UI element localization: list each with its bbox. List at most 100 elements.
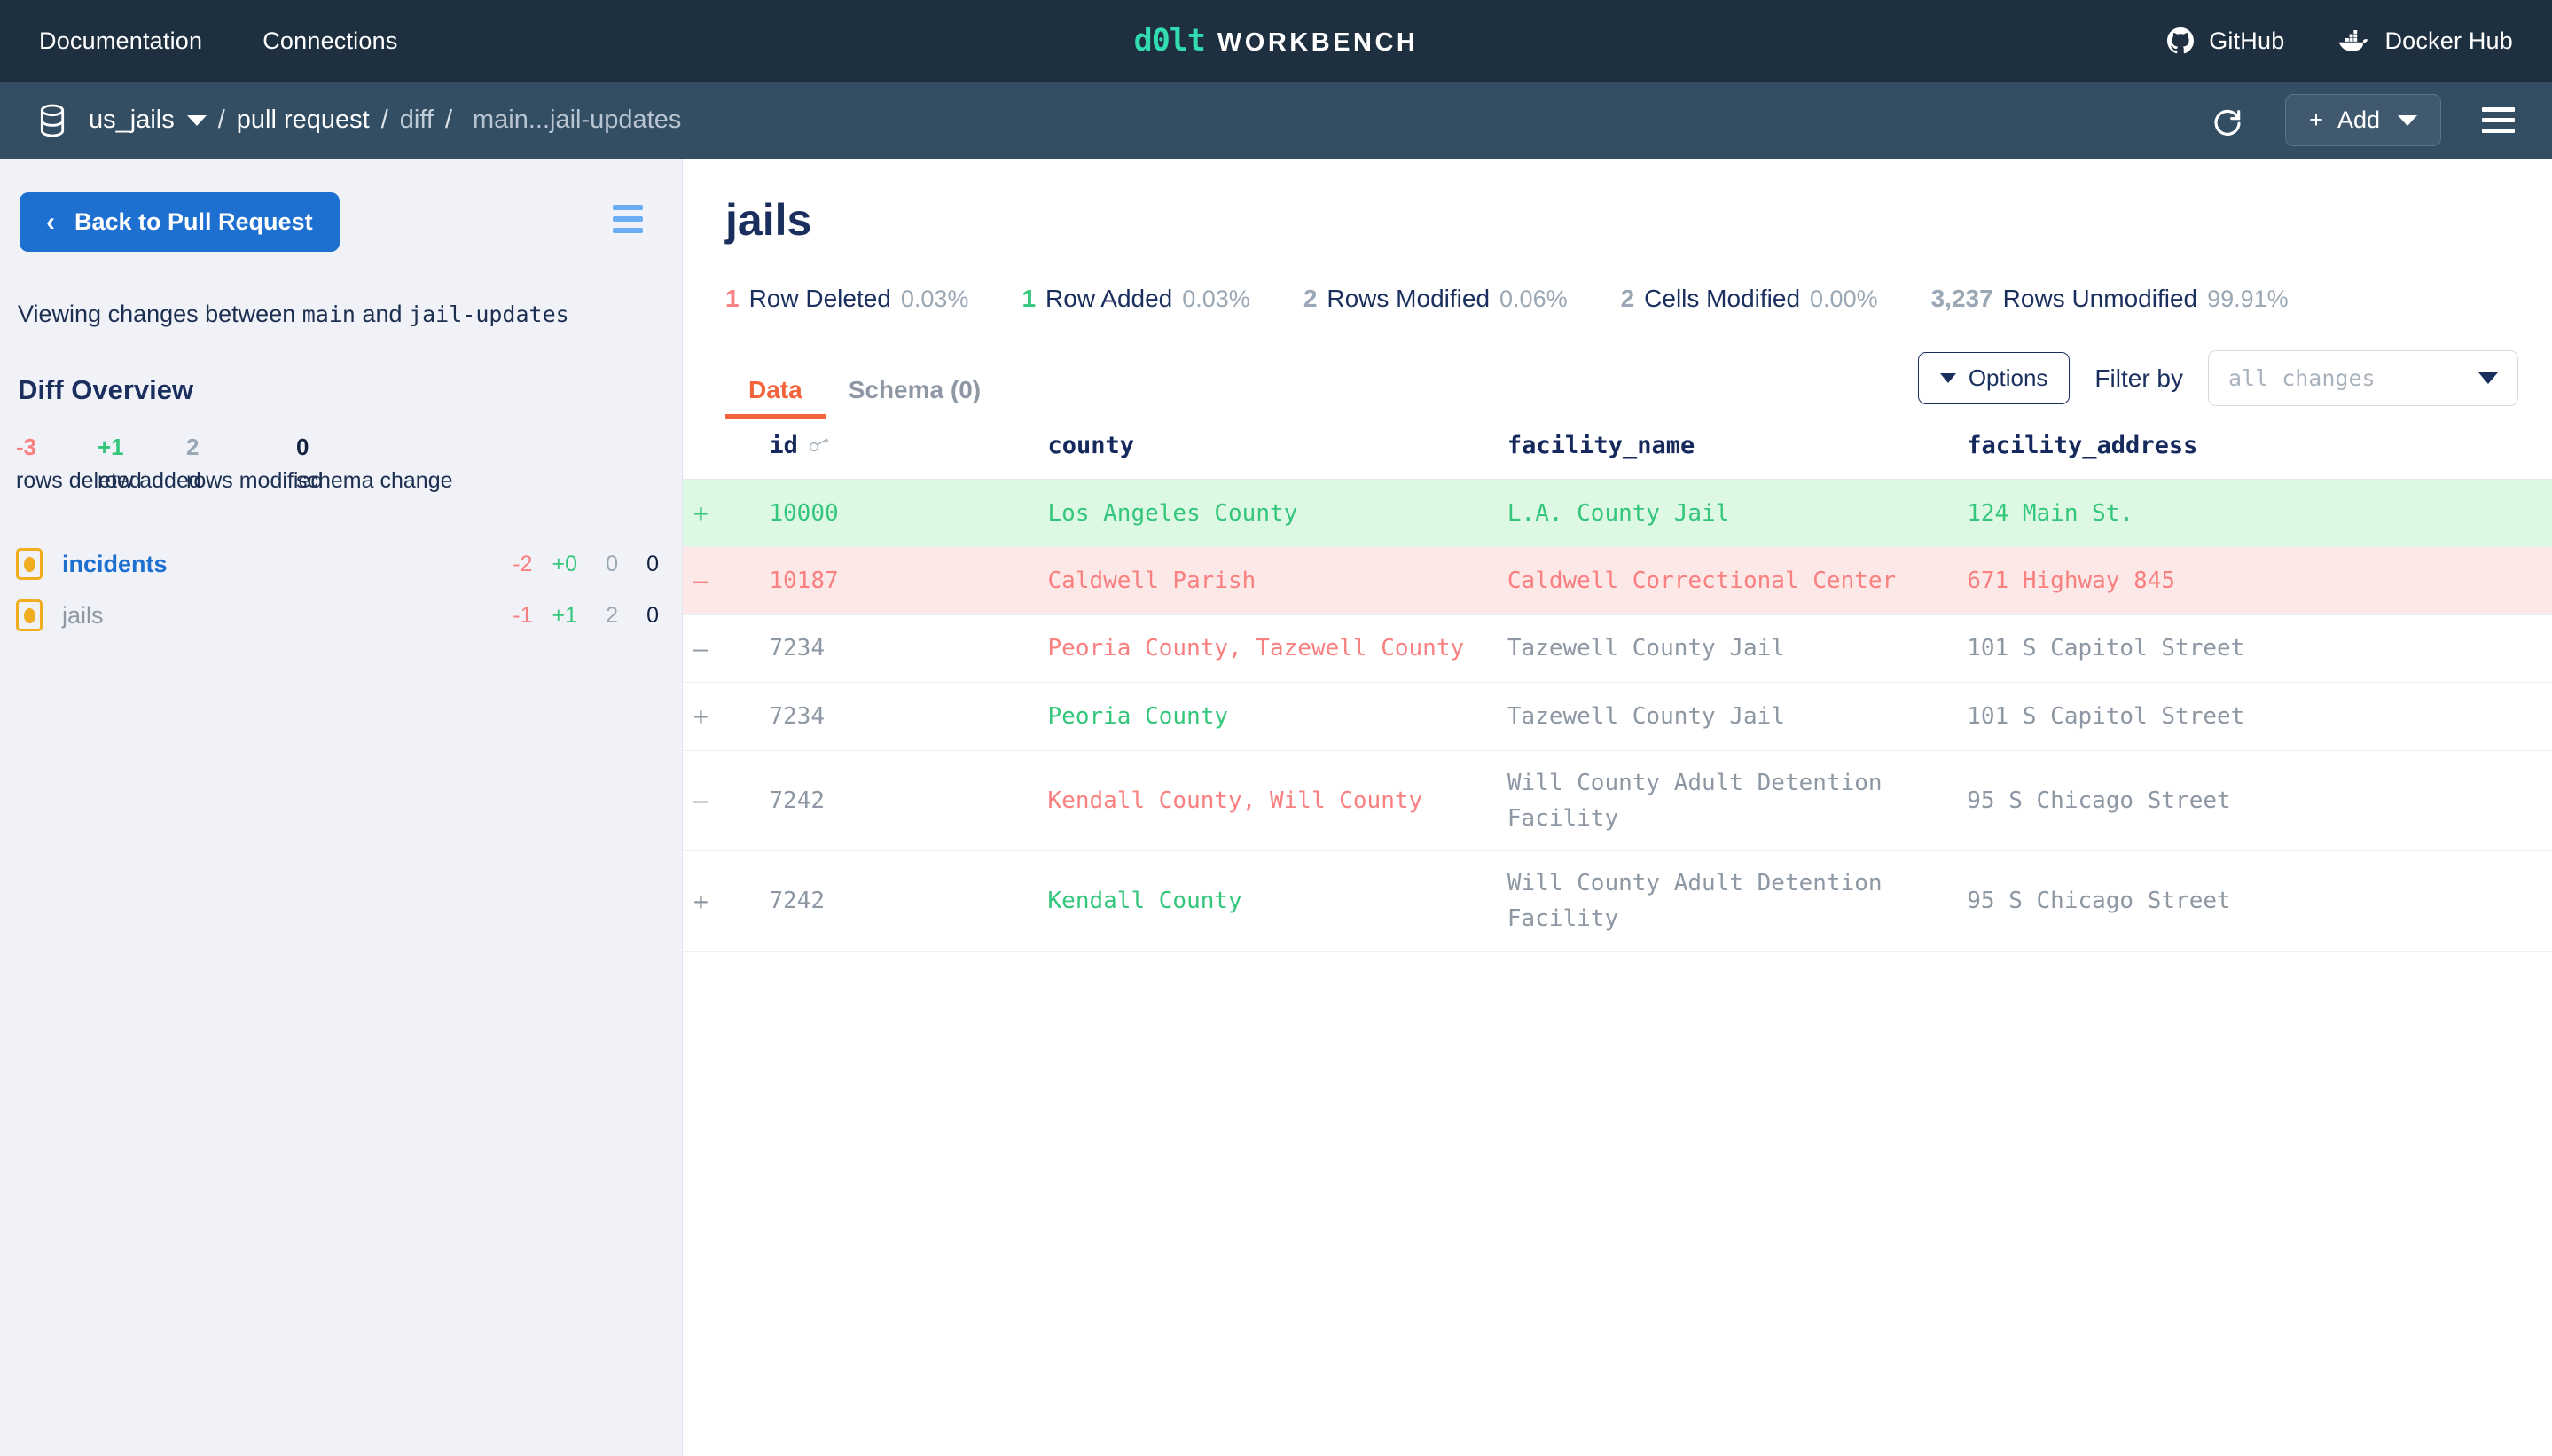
cell-facility-name[interactable]: Tazewell County Jail xyxy=(1507,614,1968,684)
top-navbar-left: Documentation Connections xyxy=(39,27,398,55)
summary-stat-pct: 0.00% xyxy=(1810,286,1878,312)
row-change-marker: – xyxy=(683,546,770,615)
options-button[interactable]: Options xyxy=(1917,352,2071,404)
cell-facility-address[interactable]: 671 Highway 845 xyxy=(1967,546,2552,615)
header-cell-facility-name[interactable]: facility_name xyxy=(1507,419,1968,480)
breadcrumb-current: main...jail-updates xyxy=(473,106,682,134)
tab-schema[interactable]: Schema (0) xyxy=(826,378,1004,419)
nav-link-documentation[interactable]: Documentation xyxy=(39,27,202,55)
overview-stat-rows-modified: 2 rows modified xyxy=(186,434,324,494)
cell-facility-name[interactable]: Will County Adult Detention Facility xyxy=(1507,850,1968,952)
count-deleted: -1 xyxy=(513,602,533,628)
cell-facility-address[interactable]: 101 S Capitol Street xyxy=(1967,682,2552,751)
cell-id[interactable]: 10000 xyxy=(769,479,1048,548)
cell-county[interactable]: Kendall County xyxy=(1047,850,1507,952)
cell-facility-address[interactable]: 95 S Chicago Street xyxy=(1967,750,2552,852)
header-cell-county[interactable]: county xyxy=(1047,419,1507,480)
filter-select[interactable]: all changes xyxy=(2208,350,2518,406)
chevron-down-icon xyxy=(1939,373,1956,383)
from-branch: main xyxy=(301,301,356,327)
nav-link-docker-hub-label: Docker Hub xyxy=(2384,27,2513,54)
overview-stat-label: rows modified xyxy=(186,468,324,494)
cell-id[interactable]: 10187 xyxy=(769,546,1048,615)
count-added: +1 xyxy=(552,602,577,628)
overview-stat-schema-change: 0 schema change xyxy=(296,434,453,494)
tab-data[interactable]: Data xyxy=(725,378,826,419)
plus-icon: + xyxy=(2309,106,2323,133)
sidebar-table-name: jails xyxy=(62,601,104,629)
cell-county[interactable]: Peoria County, Tazewell County xyxy=(1047,614,1507,684)
cell-id[interactable]: 7234 xyxy=(769,682,1048,751)
cell-facility-name[interactable]: Will County Adult Detention Facility xyxy=(1507,750,1968,852)
header-cell-facility-address[interactable]: facility_address xyxy=(1967,419,2552,480)
brand-mark: d0lt xyxy=(1133,23,1206,59)
cell-facility-name[interactable]: Tazewell County Jail xyxy=(1507,682,1968,751)
cell-facility-address[interactable]: 101 S Capitol Street xyxy=(1967,614,2552,684)
table-header-row: id county facility_name facility_address xyxy=(683,419,2552,480)
summary-stat-pct: 0.03% xyxy=(1182,286,1250,312)
summary-stat-rows-modified: 2 Rows Modified 0.06% xyxy=(1303,285,1568,313)
overview-stat-value: -3 xyxy=(16,434,37,461)
nav-link-github[interactable]: GitHub xyxy=(2167,27,2284,55)
add-button[interactable]: + Add xyxy=(2285,94,2441,146)
diff-overview-title: Diff Overview xyxy=(18,374,194,406)
nav-link-github-label: GitHub xyxy=(2209,27,2285,54)
overview-stat-value: 2 xyxy=(186,434,200,461)
table-icon xyxy=(16,548,43,581)
page-title: jails xyxy=(725,195,812,245)
cell-facility-address[interactable]: 124 Main St. xyxy=(1967,479,2552,548)
main-menu-icon[interactable] xyxy=(2482,107,2515,133)
cell-facility-name[interactable]: L.A. County Jail xyxy=(1507,479,1968,548)
table-row[interactable]: – 7242 Kendall County, Will County Will … xyxy=(683,750,2552,852)
sidebar-table-counts: -1 +1 2 0 xyxy=(511,603,659,629)
sidebar-table-counts: -2 +0 0 0 xyxy=(511,552,659,577)
cell-county[interactable]: Caldwell Parish xyxy=(1047,546,1507,615)
summary-stat-number: 1 xyxy=(1022,285,1037,312)
breadcrumb-database[interactable]: us_jails xyxy=(89,106,175,135)
header-cell-mark xyxy=(683,419,770,480)
brand-logo[interactable]: d0lt WORKBENCH xyxy=(1134,23,1419,59)
cell-county[interactable]: Peoria County xyxy=(1047,682,1507,751)
summary-stat-pct: 0.03% xyxy=(900,286,969,312)
cell-county[interactable]: Kendall County, Will County xyxy=(1047,750,1507,852)
chevron-down-icon[interactable] xyxy=(186,114,207,126)
nav-link-connections[interactable]: Connections xyxy=(262,27,397,55)
refresh-icon[interactable] xyxy=(2211,104,2244,137)
breadcrumb-pull-request[interactable]: pull request xyxy=(237,106,370,135)
sidebar-header: ‹ Back to Pull Request xyxy=(0,192,682,252)
sidebar-toggle-icon[interactable] xyxy=(613,205,643,233)
cell-facility-name[interactable]: Caldwell Correctional Center xyxy=(1507,546,1968,615)
back-to-pull-request-button[interactable]: ‹ Back to Pull Request xyxy=(20,192,340,252)
header-label-id: id xyxy=(769,432,798,459)
summary-stat-text: Cells Modified xyxy=(1644,285,1801,312)
summary-stat-rows-unmodified: 3,237 Rows Unmodified 99.91% xyxy=(1931,285,2289,313)
app-root: Documentation Connections d0lt WORKBENCH… xyxy=(0,0,2552,1456)
table-controls: Options Filter by all changes xyxy=(1917,350,2518,419)
cell-facility-address[interactable]: 95 S Chicago Street xyxy=(1967,850,2552,952)
table-row[interactable]: – 10187 Caldwell Parish Caldwell Correct… xyxy=(683,546,2552,615)
cell-id[interactable]: 7242 xyxy=(769,850,1048,952)
add-button-label: Add xyxy=(2337,106,2380,133)
breadcrumb-separator: / xyxy=(217,106,225,134)
cell-county[interactable]: Los Angeles County xyxy=(1047,479,1507,548)
page-body: ‹ Back to Pull Request Viewing changes b… xyxy=(0,159,2552,1456)
breadcrumb-diff[interactable]: diff xyxy=(400,106,434,135)
viewing-prefix: Viewing changes between xyxy=(18,301,296,327)
table-row[interactable]: + 10000 Los Angeles County L.A. County J… xyxy=(683,479,2552,548)
nav-link-docker-hub[interactable]: Docker Hub xyxy=(2337,27,2513,55)
content-tabs: Data Schema (0) Options Filter by all ch… xyxy=(716,350,2518,419)
viewing-join: and xyxy=(362,301,403,327)
chevron-down-icon xyxy=(2398,114,2417,126)
sidebar-table-item-jails[interactable]: jails -1 +1 2 0 xyxy=(0,590,682,641)
breadcrumb-separator: / xyxy=(444,106,453,134)
table-row[interactable]: + 7234 Peoria County Tazewell County Jai… xyxy=(683,682,2552,751)
table-row[interactable]: – 7234 Peoria County, Tazewell County Ta… xyxy=(683,614,2552,684)
count-schema: 0 xyxy=(646,551,659,576)
sidebar-table-item-incidents[interactable]: incidents -2 +0 0 0 xyxy=(0,538,682,590)
overview-stat-label: schema change xyxy=(296,468,453,494)
cell-id[interactable]: 7242 xyxy=(769,750,1048,852)
summary-stat-text: Rows Unmodified xyxy=(2002,285,2198,312)
cell-id[interactable]: 7234 xyxy=(769,614,1048,684)
table-row[interactable]: + 7242 Kendall County Will County Adult … xyxy=(683,850,2552,952)
header-cell-id[interactable]: id xyxy=(769,419,1048,480)
